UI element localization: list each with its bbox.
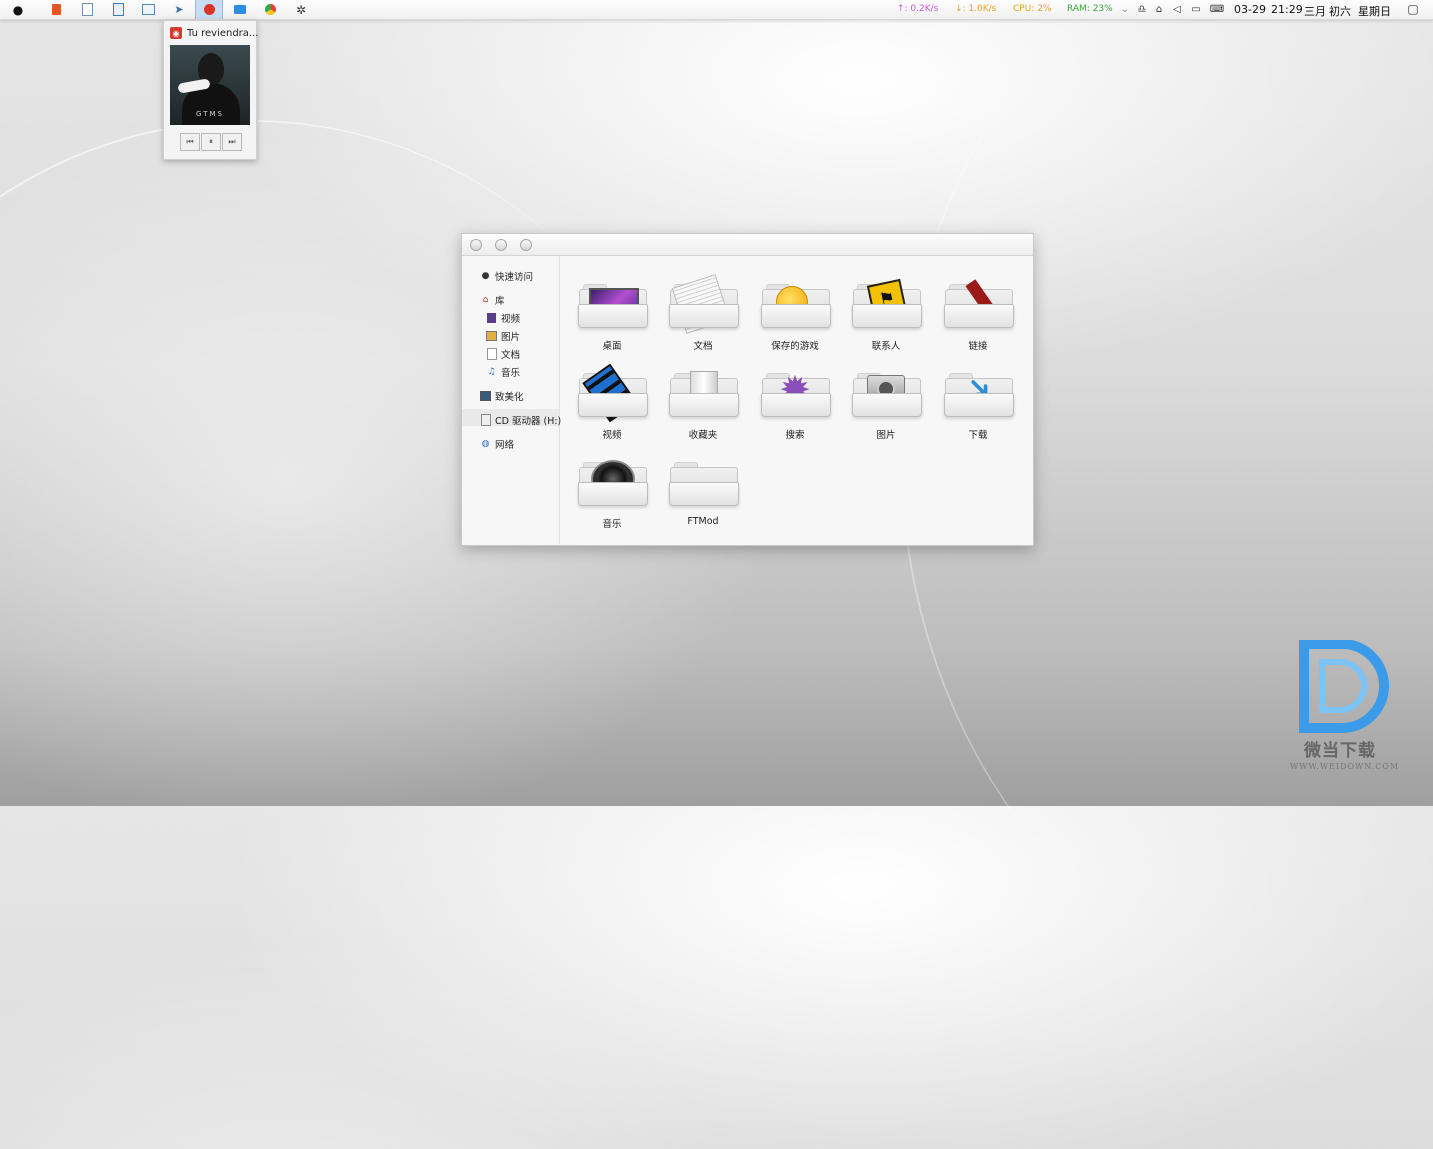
document-icon	[486, 348, 497, 360]
folder-contacts[interactable]: ⚑ 联系人	[846, 272, 926, 354]
picture-icon	[486, 331, 497, 342]
album-cover-text: GTMS	[196, 110, 224, 118]
folder-favorites[interactable]: 收藏夹	[663, 361, 743, 443]
folder-pictures[interactable]: 图片	[846, 361, 926, 443]
film-icon	[486, 313, 497, 324]
upload-speed: ↑: 0.2K/s	[897, 4, 939, 14]
album-cover: GTMS	[170, 45, 250, 125]
network-globe-icon: ◍	[481, 439, 490, 449]
lunar-month-text[interactable]: 三月	[1304, 3, 1326, 19]
netease-music-icon[interactable]	[195, 0, 223, 19]
notification-icon[interactable]: ▢	[1406, 2, 1420, 16]
keyboard-icon[interactable]: ⌨	[1208, 2, 1226, 16]
folder-videos[interactable]: 视频	[572, 361, 652, 443]
apple-icon: ●	[481, 271, 490, 281]
sidebar-item-videos[interactable]: 视频	[486, 310, 520, 326]
notes-icon[interactable]	[104, 0, 132, 19]
sidebar-item-pictures[interactable]: 图片	[486, 328, 520, 344]
maximize-button[interactable]	[520, 239, 532, 251]
folder-ftmod[interactable]: FTMod	[663, 450, 743, 532]
sidebar-item-network[interactable]: ◍ 网络	[480, 436, 514, 452]
download-speed: ↓: 1.0K/s	[955, 4, 997, 14]
navigation-pane: ● 快速访问 ⌂ 库 视频 图片 文档 ♫ 音乐 致美化 CD 驱动器 (H:) ◍ 网…	[462, 256, 561, 544]
time-text[interactable]: 21:29	[1271, 3, 1303, 16]
folder-documents[interactable]: 文档	[663, 272, 743, 354]
folder-searches[interactable]: ✹ 搜索	[755, 361, 835, 443]
weekday-text[interactable]: 星期日	[1358, 3, 1391, 19]
sidebar-item-documents[interactable]: 文档	[486, 346, 520, 362]
sidebar-item-music[interactable]: ♫ 音乐	[486, 364, 520, 380]
folder-links[interactable]: 链接	[938, 272, 1018, 354]
top-taskbar: ● ➤ ✲ ↑: 0.2K/s ↓: 1.0K/s CPU: 2% RAM: 2…	[0, 0, 1433, 20]
previous-icon[interactable]: ⏮	[180, 133, 200, 151]
watermark-url: WWW.WEIDOWN.COM	[1290, 762, 1400, 771]
window-titlebar[interactable]	[462, 234, 1033, 256]
watermark: 微当下载 WWW.WEIDOWN.COM	[1290, 639, 1400, 780]
volume-icon[interactable]: ◁	[1170, 2, 1184, 16]
ram-usage: RAM: 23%	[1067, 4, 1113, 14]
send-icon[interactable]: ➤	[165, 0, 193, 19]
headset-icon[interactable]: ♎	[1135, 2, 1149, 16]
folder-saved-games[interactable]: 保存的游戏	[755, 272, 835, 354]
folder-music[interactable]: 音乐	[572, 450, 652, 532]
lock-icon[interactable]: ⌂	[1152, 2, 1166, 16]
music-player-popup: ◉ Tu reviendra... GTMS ⏮ ⏸ ⏭	[163, 20, 259, 160]
sidebar-item-library[interactable]: ⌂ 库	[480, 292, 505, 308]
pause-icon[interactable]: ⏸	[201, 133, 221, 151]
folder-desktop[interactable]: 桌面	[572, 272, 652, 354]
song-title: Tu reviendra...	[187, 28, 259, 39]
image-icon[interactable]	[134, 0, 162, 19]
next-icon[interactable]: ⏭	[222, 133, 242, 151]
close-button[interactable]	[470, 239, 482, 251]
watermark-name: 微当下载	[1304, 741, 1376, 761]
plain-folder-icon	[669, 458, 739, 506]
chrome-icon[interactable]	[256, 0, 284, 19]
gear-icon[interactable]: ✲	[287, 0, 315, 19]
folder-downloads[interactable]: ➜ 下载	[938, 361, 1018, 443]
chevron-down-icon[interactable]: ⌄	[1118, 2, 1132, 16]
music-note-icon: ♫	[487, 367, 496, 377]
home-icon: ⌂	[482, 295, 489, 305]
date-text[interactable]: 03-29	[1234, 3, 1266, 16]
cpu-usage: CPU: 2%	[1013, 4, 1052, 14]
sidebar-item-this-pc[interactable]: 致美化	[480, 388, 524, 404]
lunar-day-text[interactable]: 初六	[1329, 3, 1351, 19]
network-icon[interactable]: ▭	[1189, 2, 1203, 16]
file-explorer-window: ● 快速访问 ⌂ 库 视频 图片 文档 ♫ 音乐 致美化 CD 驱动器 (H:) ◍ 网…	[461, 233, 1034, 546]
document-icon[interactable]	[73, 0, 101, 19]
apple-icon[interactable]: ●	[4, 0, 32, 19]
minimize-button[interactable]	[495, 239, 507, 251]
computer-icon	[480, 391, 491, 402]
netease-music-icon: ◉	[170, 27, 182, 39]
playback-controls: ⏮ ⏸ ⏭	[180, 133, 243, 151]
office-icon[interactable]	[42, 0, 70, 19]
sidebar-item-cd-drive[interactable]: CD 驱动器 (H:)	[480, 412, 561, 428]
cd-drive-icon	[480, 414, 491, 426]
sidebar-item-quick-access[interactable]: ● 快速访问	[480, 268, 533, 284]
folder-icon[interactable]	[226, 0, 254, 19]
watermark-logo-icon	[1299, 639, 1389, 733]
